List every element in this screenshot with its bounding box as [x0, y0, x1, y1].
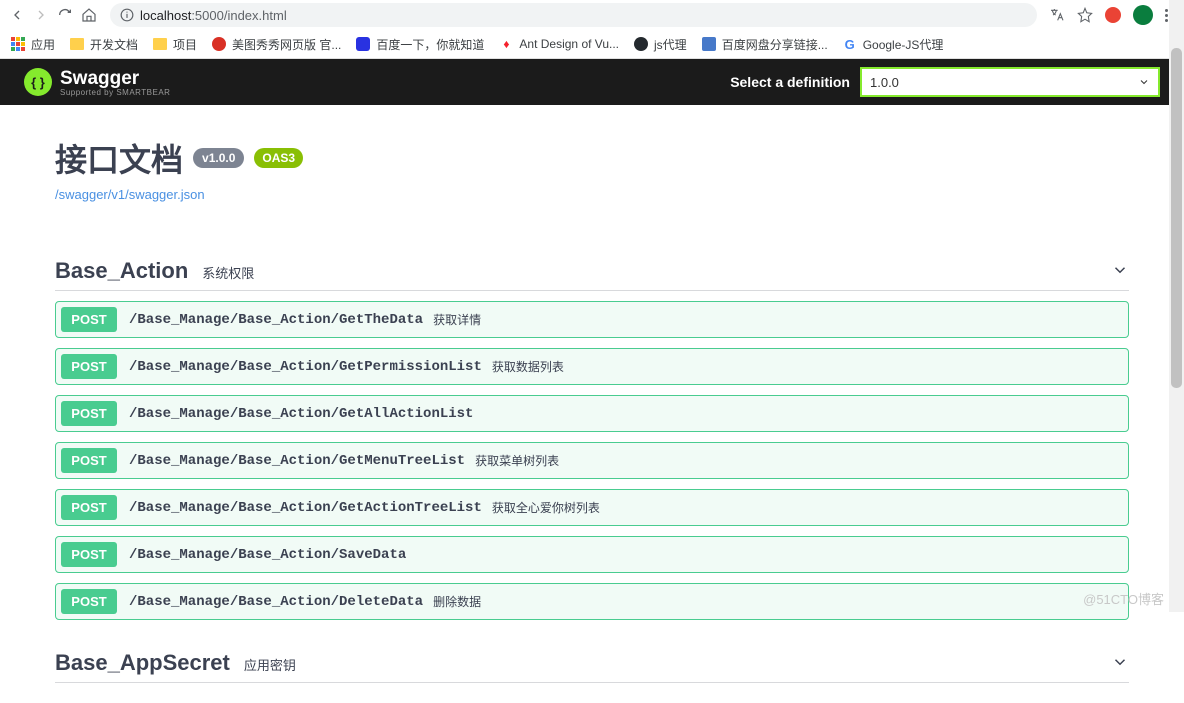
watermark: @51CTO博客	[1083, 589, 1164, 608]
tag-header[interactable]: Base_Action 系统权限	[55, 252, 1129, 291]
operation-path: /Base_Manage/Base_Action/GetAllActionLis…	[129, 406, 473, 422]
nav-row: localhost:5000/index.html	[0, 0, 1184, 30]
operation-path: /Base_Manage/Base_Action/GetPermissionLi…	[129, 359, 482, 375]
tag-section-base-action: Base_Action 系统权限 POST/Base_Manage/Base_A…	[55, 252, 1129, 620]
bookmark-docs[interactable]: 开发文档	[69, 36, 138, 53]
operation-path: /Base_Manage/Base_Action/DeleteData	[129, 594, 423, 610]
chevron-down-icon	[1111, 653, 1129, 674]
http-method-badge: POST	[61, 307, 117, 332]
tag-section-base-appsecret: Base_AppSecret 应用密钥	[55, 644, 1129, 683]
operation-path: /Base_Manage/Base_Action/GetActionTreeLi…	[129, 500, 482, 516]
scrollbar-track[interactable]	[1169, 0, 1184, 612]
operation-row[interactable]: POST/Base_Manage/Base_Action/GetTheData 获…	[55, 301, 1129, 338]
bookmark-projects[interactable]: 项目	[152, 36, 197, 53]
operation-row[interactable]: POST/Base_Manage/Base_Action/SaveData	[55, 536, 1129, 573]
tag-name: Base_AppSecret	[55, 650, 230, 676]
definition-value: 1.0.0	[870, 75, 899, 90]
bookmark-jsproxy[interactable]: js代理	[633, 36, 687, 53]
bookmark-label: Ant Design of Vu...	[519, 37, 619, 51]
http-method-badge: POST	[61, 542, 117, 567]
bookmark-label: js代理	[654, 36, 687, 53]
operation-row[interactable]: POST/Base_Manage/Base_Action/GetAllActio…	[55, 395, 1129, 432]
bookmark-label: 美图秀秀网页版 官...	[232, 36, 341, 53]
operation-desc: 删除数据	[433, 593, 481, 610]
bookmark-label: 百度网盘分享链接...	[722, 36, 828, 53]
chevron-down-icon	[1111, 261, 1129, 282]
api-title-row: 接口文档 v1.0.0 OAS3	[55, 135, 1129, 181]
bookmark-label: Google-JS代理	[863, 36, 944, 53]
bookmark-googlejs[interactable]: GGoogle-JS代理	[842, 36, 944, 53]
translate-icon[interactable]	[1049, 7, 1065, 23]
operation-desc: 获取全心爱你树列表	[492, 499, 600, 516]
tag-name: Base_Action	[55, 258, 188, 284]
bookmark-label: 项目	[173, 36, 197, 53]
operation-path: /Base_Manage/Base_Action/GetMenuTreeList	[129, 453, 465, 469]
operation-row[interactable]: POST/Base_Manage/Base_Action/GetActionTr…	[55, 489, 1129, 526]
bookmark-baidupan[interactable]: 百度网盘分享链接...	[701, 36, 828, 53]
operation-path: /Base_Manage/Base_Action/GetTheData	[129, 312, 423, 328]
star-icon[interactable]	[1077, 7, 1093, 23]
extension-icon-1[interactable]	[1105, 7, 1121, 23]
http-method-badge: POST	[61, 448, 117, 473]
home-icon[interactable]	[80, 6, 98, 24]
http-method-badge: POST	[61, 354, 117, 379]
chevron-down-icon	[1138, 76, 1150, 88]
http-method-badge: POST	[61, 589, 117, 614]
info-icon	[120, 8, 134, 22]
bookmark-bar: 应用 开发文档 项目 美图秀秀网页版 官... 百度一下，你就知道 ♦Ant D…	[0, 30, 1184, 58]
right-icons	[1049, 5, 1176, 25]
operation-row[interactable]: POST/Base_Manage/Base_Action/GetMenuTree…	[55, 442, 1129, 479]
operation-path: /Base_Manage/Base_Action/SaveData	[129, 547, 406, 563]
bookmark-meitu[interactable]: 美图秀秀网页版 官...	[211, 36, 341, 53]
http-method-badge: POST	[61, 401, 117, 426]
back-icon[interactable]	[8, 6, 26, 24]
bookmark-label: 开发文档	[90, 36, 138, 53]
swagger-brand-sub: Supported by SMARTBEAR	[60, 88, 170, 97]
swagger-logo[interactable]: { } Swagger Supported by SMARTBEAR	[24, 68, 170, 97]
bookmark-label: 百度一下，你就知道	[376, 36, 484, 53]
bookmark-label: 应用	[31, 36, 55, 53]
definition-label: Select a definition	[730, 74, 850, 90]
swagger-topbar: { } Swagger Supported by SMARTBEAR Selec…	[0, 59, 1184, 105]
operations-list: POST/Base_Manage/Base_Action/GetTheData 获…	[55, 301, 1129, 620]
operation-desc: 获取详情	[433, 311, 481, 328]
tag-header[interactable]: Base_AppSecret 应用密钥	[55, 644, 1129, 683]
swagger-content: 接口文档 v1.0.0 OAS3 /swagger/v1/swagger.jso…	[0, 105, 1184, 703]
http-method-badge: POST	[61, 495, 117, 520]
bookmark-baidu[interactable]: 百度一下，你就知道	[355, 36, 484, 53]
operation-row[interactable]: POST/Base_Manage/Base_Action/DeleteData 删…	[55, 583, 1129, 620]
url-text: localhost:5000/index.html	[140, 8, 287, 23]
browser-chrome: localhost:5000/index.html 应用 开发文档 项目 美图秀…	[0, 0, 1184, 59]
scrollbar-thumb[interactable]	[1171, 48, 1182, 388]
address-bar[interactable]: localhost:5000/index.html	[110, 3, 1037, 27]
swagger-badge-icon: { }	[24, 68, 52, 96]
operation-row[interactable]: POST/Base_Manage/Base_Action/GetPermissi…	[55, 348, 1129, 385]
version-badge: v1.0.0	[193, 148, 244, 168]
forward-icon[interactable]	[32, 6, 50, 24]
apps-shortcut[interactable]: 应用	[10, 36, 55, 53]
profile-avatar-icon[interactable]	[1133, 5, 1153, 25]
oas-badge: OAS3	[254, 148, 303, 168]
definition-selector: Select a definition 1.0.0	[730, 67, 1160, 97]
kebab-menu-icon[interactable]	[1165, 9, 1168, 22]
operation-desc: 获取数据列表	[492, 358, 564, 375]
tag-desc: 系统权限	[202, 263, 254, 282]
spec-link[interactable]: /swagger/v1/swagger.json	[55, 187, 205, 202]
bookmark-antd[interactable]: ♦Ant Design of Vu...	[498, 36, 619, 52]
tag-desc: 应用密钥	[244, 655, 296, 674]
reload-icon[interactable]	[56, 6, 74, 24]
definition-select[interactable]: 1.0.0	[860, 67, 1160, 97]
api-title: 接口文档	[55, 135, 183, 181]
swagger-brand-text: Swagger	[60, 68, 170, 90]
operation-desc: 获取菜单树列表	[475, 452, 559, 469]
